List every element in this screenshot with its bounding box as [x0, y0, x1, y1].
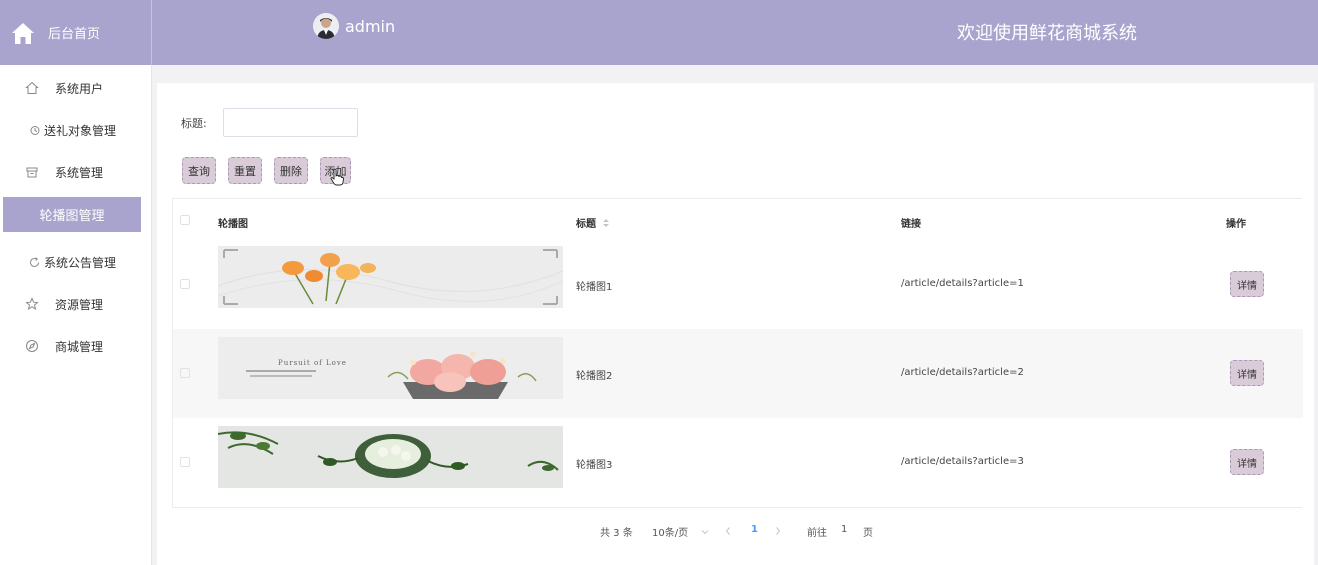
timer-icon [30, 126, 40, 135]
column-header-title[interactable]: 标题 [576, 215, 610, 230]
table-row: 轮播图3 /article/details?article=3 详情 [173, 418, 1303, 507]
carousel-table: 轮播图 标题 链接 操作 轮播图1 /article/details?artic… [172, 198, 1303, 508]
column-header-action: 操作 [1226, 219, 1246, 230]
star-icon [25, 297, 39, 311]
sidebar-item-system-management[interactable]: 系统管理 [0, 158, 152, 186]
welcome-title: 欢迎使用鲜花商城系统 [957, 23, 1137, 44]
refresh-icon [30, 256, 39, 267]
home-link[interactable]: 后台首页 [0, 0, 152, 65]
row-link: /article/details?article=3 [901, 456, 1024, 467]
goto-prefix: 前往 [807, 528, 827, 539]
select-all-checkbox[interactable] [180, 215, 190, 225]
row-title: 轮播图1 [576, 282, 613, 293]
sidebar-item-label: 系统管理 [55, 165, 104, 180]
pagination: 共 3 条 10条/页 1 前往 1 页 [157, 524, 1314, 539]
search-label: 标题: [181, 117, 207, 130]
box-icon [26, 167, 38, 178]
image-caption: Pursuit of Love [278, 359, 347, 367]
row-checkbox[interactable] [180, 279, 190, 289]
goto-suffix: 页 [863, 528, 873, 539]
column-header-link: 链接 [901, 219, 921, 230]
detail-button[interactable]: 详情 [1230, 360, 1264, 386]
sort-icon[interactable] [602, 218, 610, 228]
username: admin [345, 16, 396, 36]
pagination-total: 共 3 条 [600, 528, 633, 539]
sidebar-item-announcements[interactable]: 系统公告管理 [0, 248, 152, 276]
row-title: 轮播图3 [576, 460, 613, 471]
row-link: /article/details?article=2 [901, 367, 1024, 378]
page-number-current[interactable]: 1 [751, 524, 758, 535]
top-header: 后台首页 admin 欢迎使用鲜花商城系统 [0, 0, 1318, 65]
detail-button[interactable]: 详情 [1230, 271, 1264, 297]
page-size-select[interactable]: 10条/页 [652, 524, 709, 539]
chevron-down-icon [701, 530, 709, 535]
user-info[interactable]: admin [313, 13, 395, 39]
sidebar: 系统用户 送礼对象管理 系统管理 轮播图管理 系统公告管理 资源管理 商城管理 [0, 65, 152, 565]
home-icon [12, 22, 34, 44]
row-link: /article/details?article=1 [901, 278, 1024, 289]
sidebar-item-label: 系统公告管理 [44, 255, 117, 270]
sidebar-item-label: 系统用户 [55, 81, 104, 96]
carousel-image[interactable] [218, 426, 563, 488]
sidebar-item-resources[interactable]: 资源管理 [0, 290, 152, 318]
goto-page-input[interactable]: 1 [841, 524, 847, 535]
title-search-input[interactable] [223, 108, 358, 137]
sidebar-item-carousel-management[interactable]: 轮播图管理 [3, 197, 141, 232]
hand-cursor-icon [330, 168, 344, 186]
row-checkbox[interactable] [180, 368, 190, 378]
avatar [313, 13, 339, 39]
home-outline-icon [25, 81, 39, 94]
detail-button[interactable]: 详情 [1230, 449, 1264, 475]
next-page-icon[interactable] [774, 526, 782, 536]
sidebar-item-label: 送礼对象管理 [44, 123, 117, 138]
sidebar-item-system-users[interactable]: 系统用户 [0, 74, 152, 102]
sidebar-item-label: 轮播图管理 [39, 209, 105, 224]
table-row: 轮播图1 /article/details?article=1 详情 [173, 240, 1303, 329]
sidebar-item-mall-management[interactable]: 商城管理 [0, 332, 152, 360]
main-panel: 标题: 查询 重置 删除 添加 轮播图 标题 链接 操作 [157, 83, 1314, 565]
row-checkbox[interactable] [180, 457, 190, 467]
carousel-image[interactable]: Pursuit of Love [218, 337, 563, 399]
sidebar-item-label: 商城管理 [55, 339, 104, 354]
home-label: 后台首页 [48, 27, 101, 42]
row-title: 轮播图2 [576, 371, 613, 382]
prev-page-icon[interactable] [724, 526, 732, 536]
column-header-image: 轮播图 [218, 219, 248, 230]
table-row: Pursuit of Love 轮播图2 /article/details?ar… [173, 329, 1303, 418]
compass-icon [26, 340, 38, 352]
carousel-image[interactable] [218, 246, 563, 308]
delete-button[interactable]: 删除 [274, 157, 308, 184]
reset-button[interactable]: 重置 [228, 157, 262, 184]
sidebar-item-gift-recipients[interactable]: 送礼对象管理 [0, 116, 152, 144]
sidebar-item-label: 资源管理 [55, 297, 104, 312]
query-button[interactable]: 查询 [182, 157, 216, 184]
